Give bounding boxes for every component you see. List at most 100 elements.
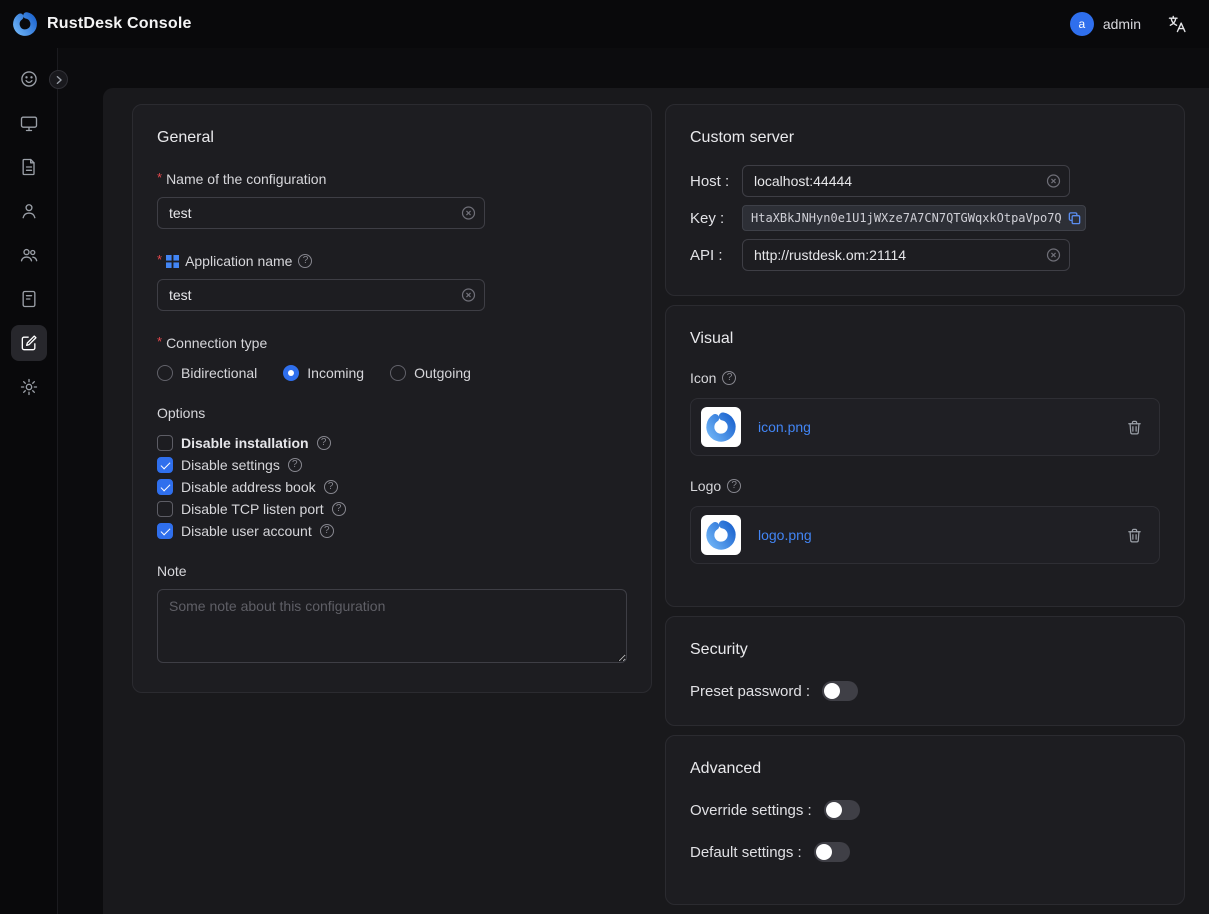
configuration-name-input[interactable] (157, 197, 485, 229)
delete-trash-icon[interactable] (1126, 527, 1143, 544)
help-question-icon[interactable]: ? (317, 436, 331, 450)
key-input[interactable] (742, 205, 1086, 231)
checkbox-control[interactable] (157, 501, 173, 517)
visual-title: Visual (690, 330, 1160, 348)
radio-control[interactable] (283, 365, 299, 381)
connection-type-radio-group: Bidirectional Incoming Outgoing (157, 365, 627, 381)
user-icon (19, 201, 39, 221)
help-question-icon[interactable]: ? (722, 371, 736, 385)
option-disable-installation[interactable]: Disable installation ? (157, 435, 627, 451)
checkbox-label: Disable address book (181, 479, 316, 495)
default-settings-label: Default settings : (690, 844, 802, 861)
radio-control[interactable] (390, 365, 406, 381)
brand: RustDesk Console (12, 11, 192, 37)
key-label: Key : (690, 210, 742, 227)
options-label: Options (157, 405, 627, 421)
option-disable-settings[interactable]: Disable settings ? (157, 457, 627, 473)
sidebar-item-audit[interactable] (11, 281, 47, 317)
note-textarea[interactable] (157, 589, 627, 663)
audit-log-icon (19, 289, 39, 309)
options-label-text: Options (157, 405, 205, 421)
help-question-icon[interactable]: ? (320, 524, 334, 538)
override-settings-toggle[interactable] (824, 800, 860, 820)
general-card: General * Name of the configuration * (132, 104, 652, 693)
sidebar-item-devices[interactable] (11, 105, 47, 141)
checkbox-control[interactable] (157, 523, 173, 539)
user-menu[interactable]: a admin (1070, 12, 1141, 36)
custom-server-title: Custom server (690, 129, 1160, 147)
sidebar-collapse-button[interactable] (49, 70, 68, 89)
clear-circle-icon[interactable] (1046, 174, 1061, 189)
option-disable-user-account[interactable]: Disable user account ? (157, 523, 627, 539)
sidebar-item-documents[interactable] (11, 149, 47, 185)
checkbox-control[interactable] (157, 457, 173, 473)
icon-file-link[interactable]: icon.png (758, 419, 811, 435)
checkbox-label: Disable TCP listen port (181, 501, 324, 517)
required-asterisk: * (157, 252, 162, 267)
name-field-label: * Name of the configuration (157, 171, 627, 187)
default-settings-toggle[interactable] (814, 842, 850, 862)
help-question-icon[interactable]: ? (332, 502, 346, 516)
left-column: General * Name of the configuration * (132, 104, 652, 693)
help-question-icon[interactable]: ? (727, 479, 741, 493)
logo-file-link[interactable]: logo.png (758, 527, 812, 543)
sidebar-item-custom-clients[interactable] (11, 325, 47, 361)
application-name-input[interactable] (157, 279, 485, 311)
advanced-card: Advanced Override settings : Default set… (665, 735, 1185, 905)
help-question-icon[interactable]: ? (298, 254, 312, 268)
host-input-wrap (742, 165, 1070, 197)
clear-circle-icon[interactable] (461, 288, 476, 303)
option-disable-address-book[interactable]: Disable address book ? (157, 479, 627, 495)
delete-trash-icon[interactable] (1126, 419, 1143, 436)
api-row: API : (690, 239, 1160, 271)
sidebar-item-groups[interactable] (11, 237, 47, 273)
note-label: Note (157, 563, 627, 579)
checkbox-control[interactable] (157, 479, 173, 495)
devices-icon (19, 113, 39, 133)
settings-gear-icon (19, 377, 39, 397)
host-row: Host : (690, 165, 1160, 197)
api-input[interactable] (742, 239, 1070, 271)
radio-incoming[interactable]: Incoming (283, 365, 364, 381)
avatar[interactable]: a (1070, 12, 1094, 36)
default-settings-row: Default settings : (690, 842, 1160, 862)
checkbox-control[interactable] (157, 435, 173, 451)
radio-bidirectional[interactable]: Bidirectional (157, 365, 257, 381)
app-name-field-label: * Application name ? (157, 253, 627, 269)
app-name-input-wrap (157, 279, 485, 311)
sidebar-item-dashboard[interactable] (11, 61, 47, 97)
app-name-label-text: Application name (185, 253, 292, 269)
header-right: a admin (1070, 12, 1187, 36)
radio-outgoing[interactable]: Outgoing (390, 365, 471, 381)
username: admin (1103, 16, 1141, 32)
help-question-icon[interactable]: ? (288, 458, 302, 472)
logo-thumbnail (701, 515, 741, 555)
icon-label-text: Icon (690, 370, 716, 386)
chevron-right-icon (54, 75, 64, 85)
help-question-icon[interactable]: ? (324, 480, 338, 494)
icon-label: Icon ? (690, 370, 1160, 386)
sidebar (0, 48, 58, 914)
sidebar-item-settings[interactable] (11, 369, 47, 405)
language-translate-icon[interactable] (1167, 14, 1187, 34)
custom-server-card: Custom server Host : Key : (665, 104, 1185, 296)
note-label-text: Note (157, 563, 187, 579)
host-input[interactable] (742, 165, 1070, 197)
option-disable-tcp-listen-port[interactable]: Disable TCP listen port ? (157, 501, 627, 517)
windows-icon (166, 255, 179, 268)
radio-control[interactable] (157, 365, 173, 381)
preset-password-toggle[interactable] (822, 681, 858, 701)
clear-circle-icon[interactable] (461, 206, 476, 221)
copy-icon[interactable] (1067, 211, 1082, 226)
options-checkbox-list: Disable installation ? Disable settings … (157, 435, 627, 539)
header: RustDesk Console a admin (0, 0, 1209, 48)
users-icon (19, 245, 39, 265)
clear-circle-icon[interactable] (1046, 248, 1061, 263)
key-row: Key : (690, 205, 1160, 231)
sidebar-item-user[interactable] (11, 193, 47, 229)
radio-label: Incoming (307, 365, 364, 381)
right-column: Custom server Host : Key : (665, 104, 1185, 905)
general-title: General (157, 129, 627, 147)
radio-label: Bidirectional (181, 365, 257, 381)
connection-type-label-text: Connection type (166, 335, 267, 351)
